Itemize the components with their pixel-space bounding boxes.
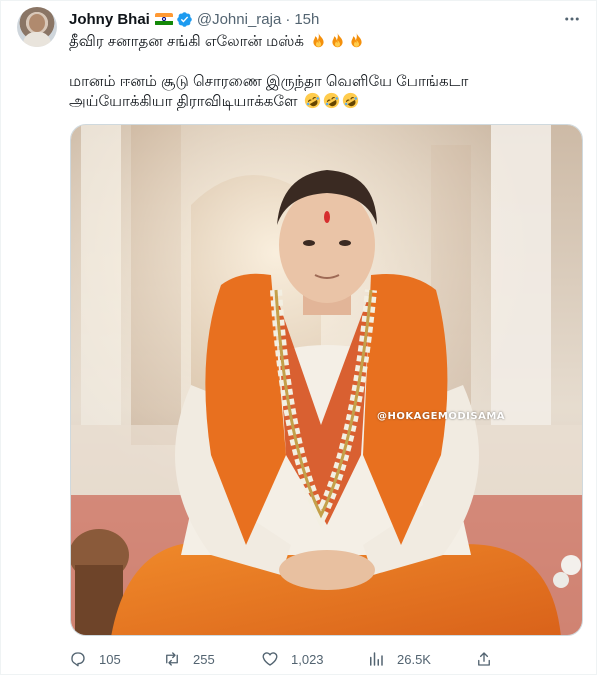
verified-badge-icon[interactable] xyxy=(176,11,193,28)
fire-emoji-icon xyxy=(332,32,343,48)
retweet-icon xyxy=(166,652,178,666)
image-watermark: @HOKAGEMODISAMA xyxy=(377,411,506,422)
fire-emoji-icons xyxy=(308,32,365,50)
tweet-text-line-2: மானம் ஈனம் சூடு சொரணை இருந்தா வெளியே போங… xyxy=(69,73,469,90)
fire-emoji-icon xyxy=(313,32,324,48)
retweet-count: 255 xyxy=(193,651,215,667)
rolling-laughing-emoji-icon xyxy=(323,92,339,109)
tweet-timestamp[interactable]: 15h xyxy=(294,11,319,28)
view-count: 26.5K xyxy=(397,651,431,667)
share-button[interactable] xyxy=(475,649,493,669)
author-handle[interactable]: @Johni_raja xyxy=(197,11,281,28)
heart-icon xyxy=(262,652,278,666)
share-icon xyxy=(478,652,490,666)
india-flag-icon xyxy=(154,12,173,26)
views-button[interactable]: 26.5K xyxy=(367,649,431,669)
tweet-text-line-1: தீவிர சனாதன சங்கி எலோன் மஸ்க் xyxy=(69,32,579,52)
tweet-image[interactable]: @HOKAGEMODISAMA xyxy=(70,124,583,636)
tweet-text-line-3-content: அய்யோக்கியா திராவிடியாக்களே xyxy=(69,93,298,110)
tweet-text-line-1-content: தீவிர சனாதன சங்கி எலோன் மஸ்க் xyxy=(69,33,304,50)
fire-emoji-icon xyxy=(351,32,362,48)
tweet-text-line-3: அய்யோக்கியா திராவிடியாக்களே xyxy=(69,92,579,112)
reply-button[interactable]: 105 xyxy=(69,649,121,669)
avatar-face xyxy=(29,14,45,32)
laughing-emoji-icons xyxy=(302,92,359,110)
tweet-card[interactable]: Johny Bhai @Johni_raja · 15h தீவிர சனாதன… xyxy=(0,0,597,675)
analytics-icon xyxy=(370,652,383,666)
action-bar: 105 255 1,023 26.5K xyxy=(69,649,499,669)
reply-count: 105 xyxy=(99,651,121,667)
separator-dot: · xyxy=(285,10,291,28)
reply-icon xyxy=(71,652,85,667)
tweet-header: Johny Bhai @Johni_raja · 15h xyxy=(69,9,319,29)
rolling-laughing-emoji-icon xyxy=(342,92,358,109)
more-options-icon[interactable] xyxy=(562,9,582,29)
avatar-body xyxy=(23,32,51,47)
rolling-laughing-emoji-icon xyxy=(304,92,320,109)
retweet-button[interactable]: 255 xyxy=(163,649,215,669)
like-button[interactable]: 1,023 xyxy=(261,649,324,669)
avatar[interactable] xyxy=(17,7,57,47)
like-count: 1,023 xyxy=(291,651,324,667)
meditating-man-illustration xyxy=(71,125,582,635)
author-name[interactable]: Johny Bhai xyxy=(69,11,150,28)
